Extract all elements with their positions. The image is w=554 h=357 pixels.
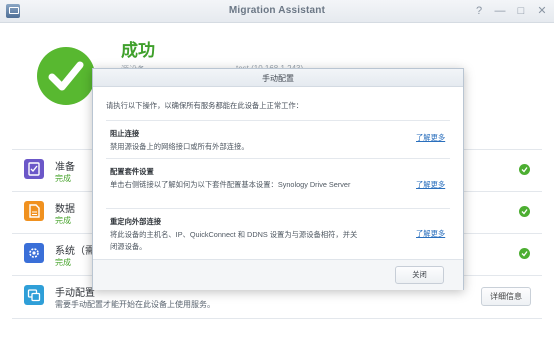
item-text: 禁用源设备上的网络接口或所有外部连接。 (110, 142, 249, 151)
learn-more-link[interactable]: 了解更多 (416, 229, 445, 239)
item-title: 重定向外部连接 (110, 217, 162, 226)
title-bar: Migration Assistant ? — □ ✕ (0, 0, 554, 23)
gear-icon (24, 243, 44, 263)
done-check-icon (519, 164, 530, 175)
step-status: 完成 (55, 216, 71, 225)
step-status: 完成 (55, 258, 71, 267)
step-name: 系统（需 (55, 246, 95, 257)
dialog-item-redirect-connections: 重定向外部连接 将此设备的主机名、IP、QuickConnect 和 DDNS … (106, 208, 450, 259)
window-controls: ? — □ ✕ (473, 4, 548, 18)
dialog-item-block-connection: 阻止连接 禁用源设备上的网络接口或所有外部连接。 了解更多 (106, 120, 450, 159)
success-heading: 成功 (121, 41, 155, 60)
details-button[interactable]: 详细信息 (481, 287, 531, 306)
step-name: 手动配置 (55, 288, 95, 299)
step-status: 完成 (55, 174, 71, 183)
learn-more-link[interactable]: 了解更多 (416, 180, 445, 190)
window-title: Migration Assistant (228, 5, 326, 16)
migration-assistant-window: Migration Assistant ? — □ ✕ 成功 源设备 test … (0, 0, 554, 357)
done-check-icon (519, 248, 530, 259)
config-icon (24, 285, 44, 305)
dialog-footer: 关闭 (93, 259, 463, 290)
maximize-icon[interactable]: □ (515, 4, 527, 18)
dialog-header: 手动配置 (93, 69, 463, 87)
learn-more-link[interactable]: 了解更多 (416, 133, 445, 143)
minimize-icon[interactable]: — (494, 4, 506, 18)
help-icon[interactable]: ? (473, 4, 485, 18)
item-text: 将此设备的主机名、IP、QuickConnect 和 DDNS 设置为与源设备相… (110, 230, 358, 251)
item-title: 配置套件设置 (110, 167, 154, 176)
step-name: 准备 (55, 162, 75, 173)
dialog-intro: 请执行以下操作，以确保所有服务都能在此设备上正常工作： (106, 101, 304, 110)
close-icon[interactable]: ✕ (536, 4, 548, 18)
item-title: 阻止连接 (110, 129, 140, 138)
done-check-icon (519, 206, 530, 217)
step-name: 数据 (55, 204, 75, 215)
dialog-title: 手动配置 (262, 74, 294, 83)
success-check-icon (37, 47, 95, 105)
document-icon (24, 201, 44, 221)
close-button[interactable]: 关闭 (395, 266, 444, 284)
manual-config-dialog: 手动配置 请执行以下操作，以确保所有服务都能在此设备上正常工作： 阻止连接 禁用… (92, 68, 464, 290)
dialog-item-package-settings: 配置套件设置 单击右侧链接以了解如何为以下套件配置基本设置：Synology D… (106, 158, 450, 209)
checklist-icon (24, 159, 44, 179)
step-description: 需要手动配置才能开始在此设备上使用服务。 (55, 300, 215, 309)
item-text: 单击右侧链接以了解如何为以下套件配置基本设置：Synology Drive Se… (110, 180, 351, 189)
